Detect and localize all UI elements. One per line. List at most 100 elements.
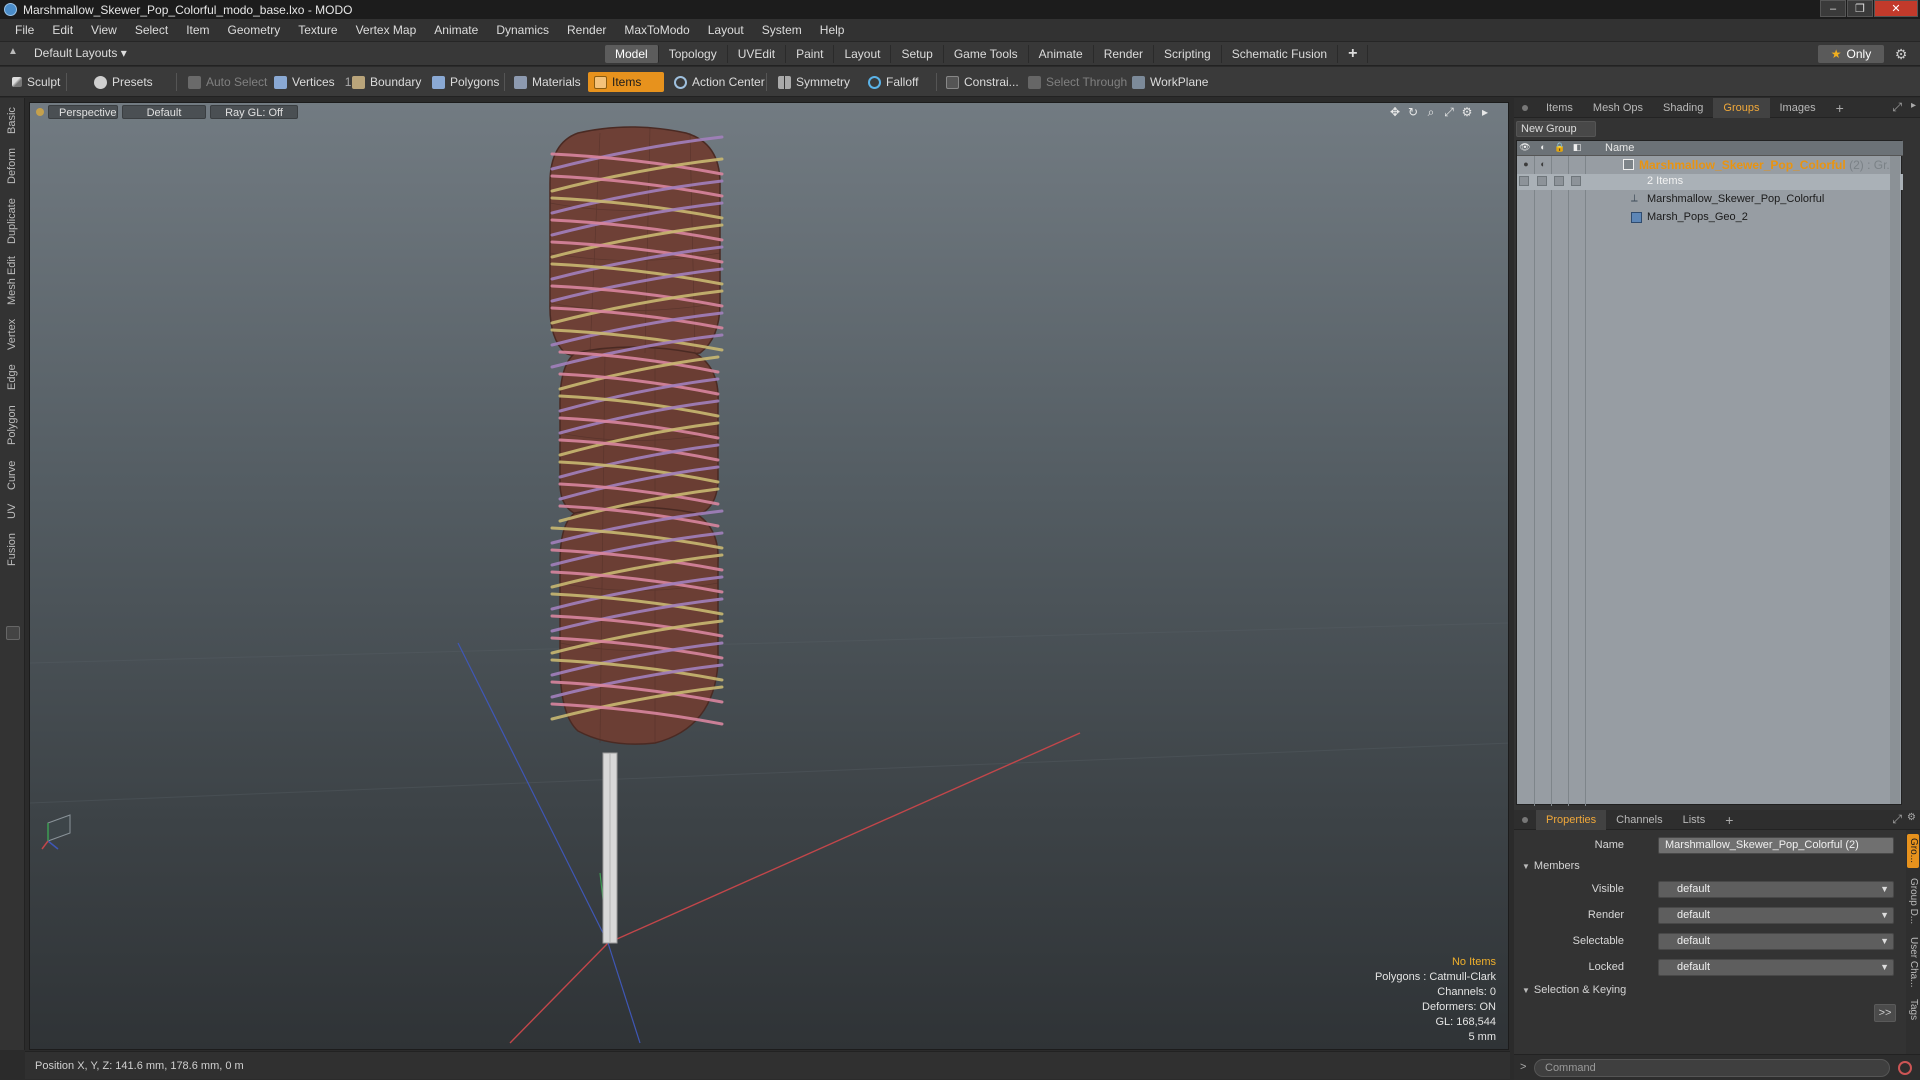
layout-selector[interactable]: ▲ Default Layouts ▾ bbox=[6, 46, 127, 60]
menu-layout[interactable]: Layout bbox=[699, 23, 753, 37]
orientation-gizmo[interactable] bbox=[40, 803, 80, 853]
close-button[interactable]: ✕ bbox=[1874, 0, 1918, 17]
group-render-toggle[interactable]: ◐ bbox=[1537, 159, 1549, 169]
tab-render[interactable]: Render bbox=[1094, 45, 1155, 63]
group-row[interactable]: ● ◐ Marshmallow_Skewer_Pop_Colorful (2) … bbox=[1517, 157, 1903, 173]
tab-model[interactable]: Model bbox=[605, 45, 659, 63]
new-group-button[interactable]: New Group bbox=[1516, 121, 1596, 137]
group-list-scrollbar[interactable] bbox=[1890, 156, 1900, 804]
tab-items[interactable]: Items bbox=[1536, 98, 1583, 118]
tab-lists[interactable]: Lists bbox=[1673, 810, 1716, 830]
row-lock-box[interactable] bbox=[1554, 176, 1564, 186]
tab-images[interactable]: Images bbox=[1770, 98, 1826, 118]
zoom-icon[interactable]: ⌕ bbox=[1422, 105, 1440, 119]
tab-scripting[interactable]: Scripting bbox=[1154, 45, 1222, 63]
menu-edit[interactable]: Edit bbox=[43, 23, 82, 37]
gear-icon[interactable]: ⚙ bbox=[1893, 46, 1909, 62]
expand-panel-icon[interactable]: ⤢ bbox=[1892, 100, 1902, 115]
more-options-button[interactable]: >> bbox=[1874, 1004, 1896, 1022]
tab-uvedit[interactable]: UVEdit bbox=[728, 45, 787, 63]
add-panel-tab-button[interactable]: + bbox=[1826, 98, 1854, 118]
expand-panel-icon[interactable]: ⤢ bbox=[1892, 812, 1902, 827]
add-layout-tab-button[interactable]: + bbox=[1338, 45, 1369, 63]
side-tab-group[interactable]: Gro... bbox=[1907, 834, 1919, 868]
selection-keying-section[interactable]: ▼ Selection & Keying bbox=[1522, 984, 1626, 996]
locked-select[interactable]: default ▼ bbox=[1658, 959, 1894, 976]
tab-paint[interactable]: Paint bbox=[786, 45, 835, 63]
menu-help[interactable]: Help bbox=[811, 23, 854, 37]
select-column-icon[interactable]: ◧ bbox=[1570, 142, 1584, 154]
menu-vertex-map[interactable]: Vertex Map bbox=[347, 23, 426, 37]
symmetry-button[interactable]: Symmetry bbox=[772, 72, 856, 92]
clear-command-icon[interactable] bbox=[1898, 1061, 1912, 1075]
shading-mode-selector[interactable]: Default bbox=[122, 105, 206, 119]
tab-channels[interactable]: Channels bbox=[1606, 810, 1672, 830]
render-select[interactable]: default ▼ bbox=[1658, 907, 1894, 924]
minimize-button[interactable]: – bbox=[1820, 0, 1846, 17]
select-through-button[interactable]: Select Through bbox=[1022, 72, 1133, 92]
viewport-more-icon[interactable]: ▸ bbox=[1476, 105, 1494, 119]
menu-texture[interactable]: Texture bbox=[289, 23, 346, 37]
group-member-row[interactable]: Marsh_Pops_Geo_2 bbox=[1517, 210, 1903, 226]
action-center-button[interactable]: Action Center bbox=[668, 72, 771, 92]
ray-gl-toggle[interactable]: Ray GL: Off bbox=[210, 105, 298, 119]
only-button[interactable]: ★ Only bbox=[1818, 45, 1884, 63]
tab-groups[interactable]: Groups bbox=[1713, 97, 1770, 118]
auto-select-button[interactable]: Auto Select bbox=[182, 72, 273, 92]
viewport-settings-icon[interactable]: ⚙ bbox=[1458, 105, 1476, 119]
panel-menu-dot[interactable] bbox=[1522, 104, 1528, 111]
command-input[interactable] bbox=[1534, 1059, 1890, 1077]
tab-shading[interactable]: Shading bbox=[1653, 98, 1713, 118]
materials-button[interactable]: Materials bbox=[508, 72, 587, 92]
side-tab-tags[interactable]: Tags bbox=[1907, 996, 1919, 1024]
menu-file[interactable]: File bbox=[6, 23, 43, 37]
vertices-button[interactable]: Vertices 1 bbox=[268, 72, 357, 92]
items-button[interactable]: Items bbox=[588, 72, 664, 92]
tab-basic[interactable]: Basic bbox=[3, 102, 21, 140]
presets-button[interactable]: Presets bbox=[88, 72, 159, 92]
tab-edge[interactable]: Edge bbox=[3, 360, 21, 394]
tab-deform[interactable]: Deform bbox=[3, 144, 21, 188]
menu-maxtomodo[interactable]: MaxToModo bbox=[615, 23, 698, 37]
menu-animate[interactable]: Animate bbox=[425, 23, 487, 37]
menu-view[interactable]: View bbox=[82, 23, 126, 37]
row-select-box[interactable] bbox=[1571, 176, 1581, 186]
add-properties-tab-button[interactable]: + bbox=[1715, 810, 1743, 830]
3d-viewport[interactable]: Perspective Default Ray GL: Off ✥ ↻ ⌕ ⤢ … bbox=[29, 102, 1509, 1050]
menu-dynamics[interactable]: Dynamics bbox=[487, 23, 558, 37]
group-member-row[interactable]: ⟂ Marshmallow_Skewer_Pop_Colorful bbox=[1517, 192, 1903, 208]
sculpt-button[interactable]: Sculpt bbox=[6, 72, 66, 92]
tab-mesh-ops[interactable]: Mesh Ops bbox=[1583, 98, 1653, 118]
members-section[interactable]: ▼ Members bbox=[1522, 860, 1580, 872]
maximize-viewport-icon[interactable]: ⤢ bbox=[1440, 105, 1458, 119]
tab-polygon[interactable]: Polygon bbox=[3, 400, 21, 450]
workplane-button[interactable]: WorkPlane bbox=[1126, 72, 1214, 92]
tab-schematic-fusion[interactable]: Schematic Fusion bbox=[1222, 45, 1339, 63]
tab-duplicate[interactable]: Duplicate bbox=[3, 194, 21, 248]
tab-curve[interactable]: Curve bbox=[3, 456, 21, 494]
falloff-button[interactable]: Falloff bbox=[862, 72, 924, 92]
tab-properties[interactable]: Properties bbox=[1536, 809, 1607, 830]
panel-settings-icon[interactable]: ⚙ bbox=[1907, 812, 1916, 823]
panel-menu-dot[interactable] bbox=[1522, 816, 1528, 823]
row-visibility-box[interactable] bbox=[1519, 176, 1529, 186]
visible-select[interactable]: default ▼ bbox=[1658, 881, 1894, 898]
tab-animate[interactable]: Animate bbox=[1029, 45, 1094, 63]
polygons-button[interactable]: Polygons bbox=[426, 72, 505, 92]
tab-uv[interactable]: UV bbox=[3, 498, 21, 524]
boundary-button[interactable]: Boundary bbox=[346, 72, 427, 92]
pan-icon[interactable]: ✥ bbox=[1386, 105, 1404, 119]
rotate-icon[interactable]: ↻ bbox=[1404, 105, 1422, 119]
group-visibility-toggle[interactable]: ● bbox=[1520, 159, 1532, 169]
collapse-icon[interactable]: ▲ bbox=[6, 46, 20, 60]
tab-vertex[interactable]: Vertex bbox=[3, 314, 21, 354]
menu-item[interactable]: Item bbox=[177, 23, 218, 37]
maximize-button[interactable]: ❐ bbox=[1847, 0, 1873, 17]
group-name-field[interactable]: Marshmallow_Skewer_Pop_Colorful (2) bbox=[1658, 837, 1894, 854]
menu-select[interactable]: Select bbox=[126, 23, 177, 37]
tab-setup[interactable]: Setup bbox=[891, 45, 944, 63]
tab-fusion[interactable]: Fusion bbox=[3, 528, 21, 570]
tab-mesh-edit[interactable]: Mesh Edit bbox=[3, 254, 21, 308]
selectable-select[interactable]: default ▼ bbox=[1658, 933, 1894, 950]
tab-layout[interactable]: Layout bbox=[834, 45, 892, 63]
